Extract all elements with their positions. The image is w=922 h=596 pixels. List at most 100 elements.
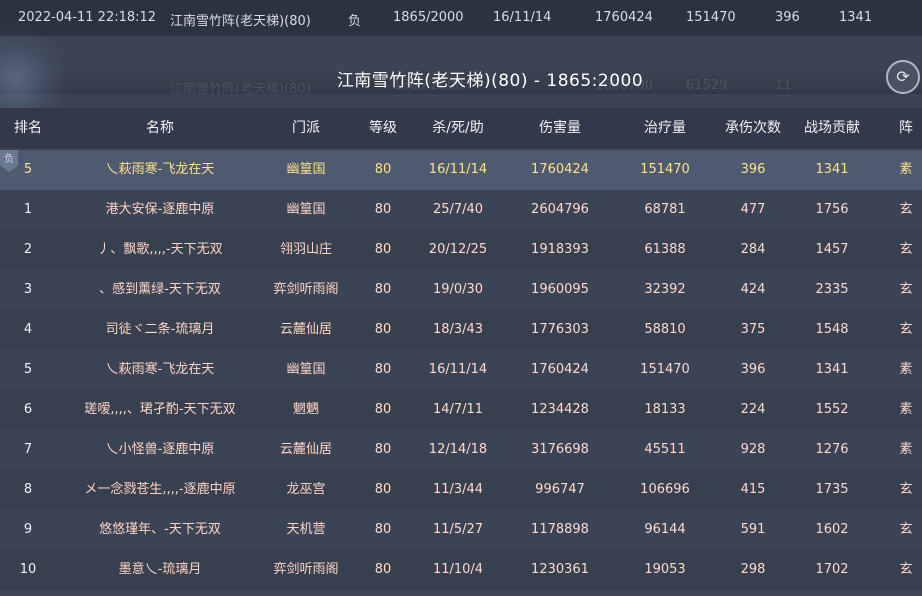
summary-result: 负	[348, 14, 362, 29]
cell-name: 、感到薰绿-天下无双	[99, 282, 221, 297]
cell-hits: 396	[740, 162, 766, 177]
cell-sect: 翎羽山庄	[279, 242, 332, 257]
cell-damage: 3176698	[531, 442, 589, 457]
cell-healing: 58810	[644, 322, 686, 337]
cell-damage: 1760424	[531, 362, 589, 377]
table-row[interactable]: 10 墨意乀-琉璃月 弈剑听雨阁 80 11/10/4 1230361 1905…	[0, 550, 922, 590]
cell-level: 80	[374, 322, 392, 337]
table-header: 排名 名称 门派 等级 杀/死/助 伤害量 治疗量 承伤次数 战场贡献 阵	[0, 108, 922, 148]
cell-level: 80	[374, 522, 392, 537]
cell-camp: 素	[899, 402, 913, 417]
cell-name: 悠悠瑾年、-天下无双	[99, 522, 221, 537]
cell-healing: 45511	[644, 442, 686, 457]
cell-rank: 6	[23, 402, 33, 417]
cell-camp: 素	[899, 442, 913, 457]
table-row[interactable]: 3 、感到薰绿-天下无双 弈剑听雨阁 80 19/0/30 1960095 32…	[0, 270, 922, 310]
table-row[interactable]: 9 悠悠瑾年、-天下无双 天机营 80 11/5/27 1178898 9614…	[0, 510, 922, 550]
cell-hits: 424	[740, 282, 766, 297]
cell-rank: 5	[23, 162, 33, 177]
cell-sect: 魍魉	[292, 402, 319, 417]
cell-hits: 928	[740, 442, 766, 457]
cell-healing: 68781	[644, 202, 686, 217]
cell-sect: 龙巫宫	[286, 482, 326, 497]
header-damage[interactable]: 伤害量	[510, 108, 610, 148]
header-kda[interactable]: 杀/死/助	[413, 108, 503, 148]
header-sect[interactable]: 门派	[258, 108, 354, 148]
cell-level: 80	[374, 242, 392, 257]
cell-contribution: 1552	[815, 402, 849, 417]
cell-camp: 玄	[899, 322, 913, 337]
cell-contribution: 1602	[815, 522, 849, 537]
summary-score: 1865/2000	[393, 10, 464, 25]
cell-contribution: 1276	[815, 442, 849, 457]
cell-level: 80	[374, 442, 392, 457]
cell-rank: 10	[19, 562, 37, 577]
header-hits[interactable]: 承伤次数	[715, 108, 791, 148]
header-camp[interactable]: 阵	[880, 108, 922, 148]
cell-sect: 弈剑听雨阁	[273, 562, 339, 577]
close-icon[interactable]: ⟳	[886, 60, 920, 94]
cell-sect: 云麓仙居	[279, 322, 332, 337]
cell-hits: 396	[740, 362, 766, 377]
cell-healing: 32392	[644, 282, 686, 297]
cell-level: 80	[374, 162, 392, 177]
cell-hits: 298	[740, 562, 766, 577]
cell-kda: 11/10/4	[432, 562, 484, 577]
table-row[interactable]: 6 瑳嗳,,,,、珺孑酌-天下无双 魍魉 80 14/7/11 1234428 …	[0, 390, 922, 430]
cell-level: 80	[374, 362, 392, 377]
cell-sect: 幽篁国	[286, 202, 326, 217]
cell-damage: 1178898	[531, 522, 589, 537]
cell-rank: 1	[23, 202, 33, 217]
cell-camp: 玄	[899, 522, 913, 537]
cell-name: メ一念戮苍生,,,,-逐鹿中原	[84, 482, 236, 497]
cell-damage: 1776303	[531, 322, 589, 337]
cell-damage: 1760424	[531, 162, 589, 177]
table-row[interactable]: 8 メ一念戮苍生,,,,-逐鹿中原 龙巫宫 80 11/3/44 996747 …	[0, 470, 922, 510]
header-level[interactable]: 等级	[360, 108, 406, 148]
cell-healing: 96144	[644, 522, 686, 537]
cell-hits: 224	[740, 402, 766, 417]
summary-hits: 396	[775, 10, 800, 25]
panel-title: 江南雪竹阵(老天梯)(80) - 1865:2000	[336, 71, 644, 91]
cell-hits: 477	[740, 202, 766, 217]
table-row[interactable]: 1 港大安保-逐鹿中原 幽篁国 80 25/7/40 2604796 68781…	[0, 190, 922, 230]
cell-kda: 16/11/14	[428, 362, 488, 377]
cell-contribution: 1548	[815, 322, 849, 337]
table-row[interactable]: 4 司徒ヾ二条-琉璃月 云麓仙居 80 18/3/43 1776303 5881…	[0, 310, 922, 350]
cell-camp: 素	[899, 362, 913, 377]
cell-rank: 2	[23, 242, 33, 257]
cell-rank: 8	[23, 482, 33, 497]
header-contribution[interactable]: 战场贡献	[792, 108, 872, 148]
summary-contribution: 1341	[839, 10, 873, 25]
cell-camp: 玄	[899, 562, 913, 577]
cell-rank: 9	[23, 522, 33, 537]
cell-kda: 16/11/14	[428, 162, 488, 177]
cell-level: 80	[374, 562, 392, 577]
cell-kda: 20/12/25	[428, 242, 488, 257]
cell-camp: 素	[899, 162, 913, 177]
cell-healing: 151470	[640, 362, 690, 377]
cell-damage: 1918393	[531, 242, 589, 257]
cell-hits: 591	[740, 522, 766, 537]
cell-camp: 玄	[899, 482, 913, 497]
table-row[interactable]: 5 乀萩雨寒-飞龙在天 幽篁国 80 16/11/14 1760424 1514…	[0, 350, 922, 390]
header-healing[interactable]: 治疗量	[615, 108, 715, 148]
match-summary-bar[interactable]: 2022-04-11 22:18:12 江南雪竹阵(老天梯)(80) 负 186…	[0, 0, 922, 36]
cell-level: 80	[374, 482, 392, 497]
cell-level: 80	[374, 282, 392, 297]
cell-name: 乀小怪兽-逐鹿中原	[105, 442, 215, 457]
cell-contribution: 1702	[815, 562, 849, 577]
table-row[interactable]: 7 乀小怪兽-逐鹿中原 云麓仙居 80 12/14/18 3176698 455…	[0, 430, 922, 470]
table-row[interactable]: 2 丿、飘歌,,,,-天下无双 翎羽山庄 80 20/12/25 1918393…	[0, 230, 922, 270]
self-row[interactable]: 负 5 乀萩雨寒-飞龙在天 幽篁国 80 16/11/14 1760424 15…	[0, 150, 922, 190]
cell-damage: 996747	[535, 482, 585, 497]
cell-kda: 18/3/43	[432, 322, 484, 337]
cell-hits: 415	[740, 482, 766, 497]
cell-hits: 375	[740, 322, 766, 337]
header-name[interactable]: 名称	[60, 108, 260, 148]
cell-hits: 284	[740, 242, 766, 257]
cell-healing: 106696	[640, 482, 690, 497]
header-rank[interactable]: 排名	[0, 108, 56, 148]
cell-rank: 7	[23, 442, 33, 457]
cell-contribution: 2335	[815, 282, 849, 297]
